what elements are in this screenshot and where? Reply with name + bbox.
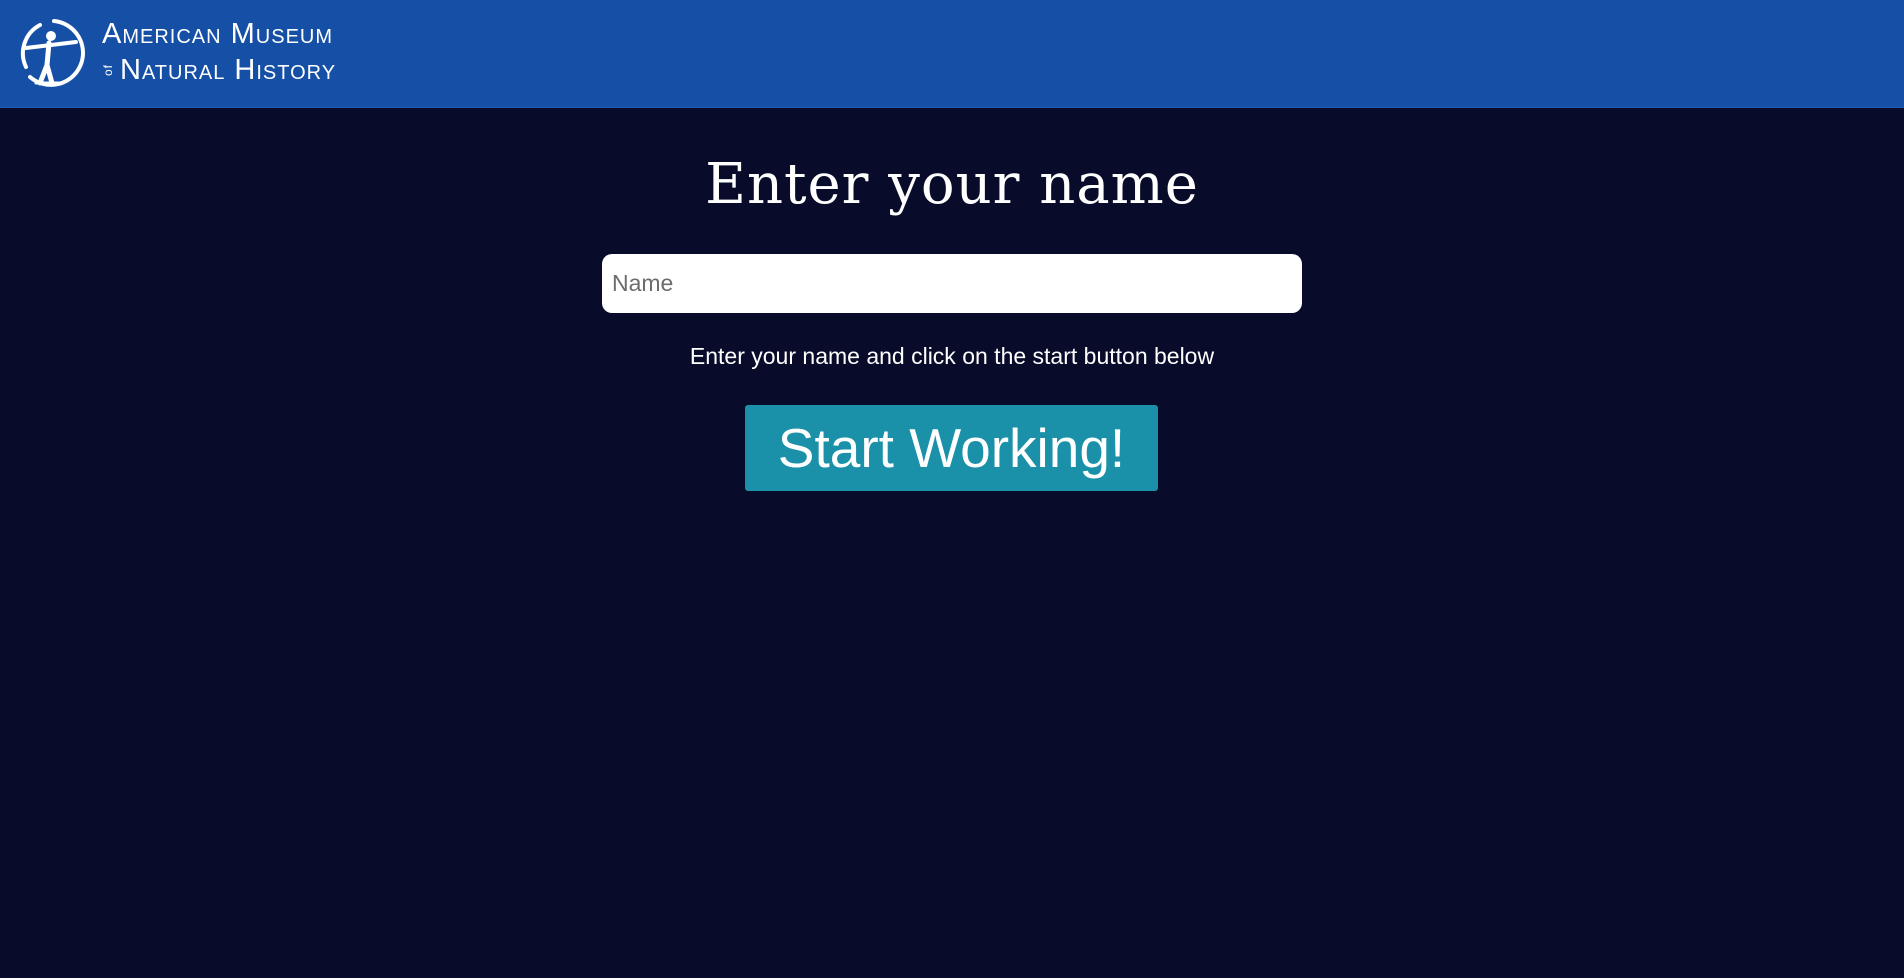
amnh-logo-icon (20, 19, 85, 87)
logo-wordmark: American Museum of Natural History (101, 17, 337, 86)
logo-line-2-row: of Natural History (101, 53, 337, 86)
page-title: Enter your name (705, 152, 1199, 217)
site-header: American Museum of Natural History (0, 0, 1904, 108)
logo-line-2: Natural History (120, 53, 337, 86)
start-working-button[interactable]: Start Working! (745, 405, 1158, 491)
name-input[interactable] (602, 254, 1302, 313)
logo-line-1: American Museum (102, 17, 334, 50)
museum-logo[interactable]: American Museum of Natural History (18, 16, 336, 90)
logo-of: of (101, 63, 115, 76)
instruction-text: Enter your name and click on the start b… (689, 343, 1215, 369)
